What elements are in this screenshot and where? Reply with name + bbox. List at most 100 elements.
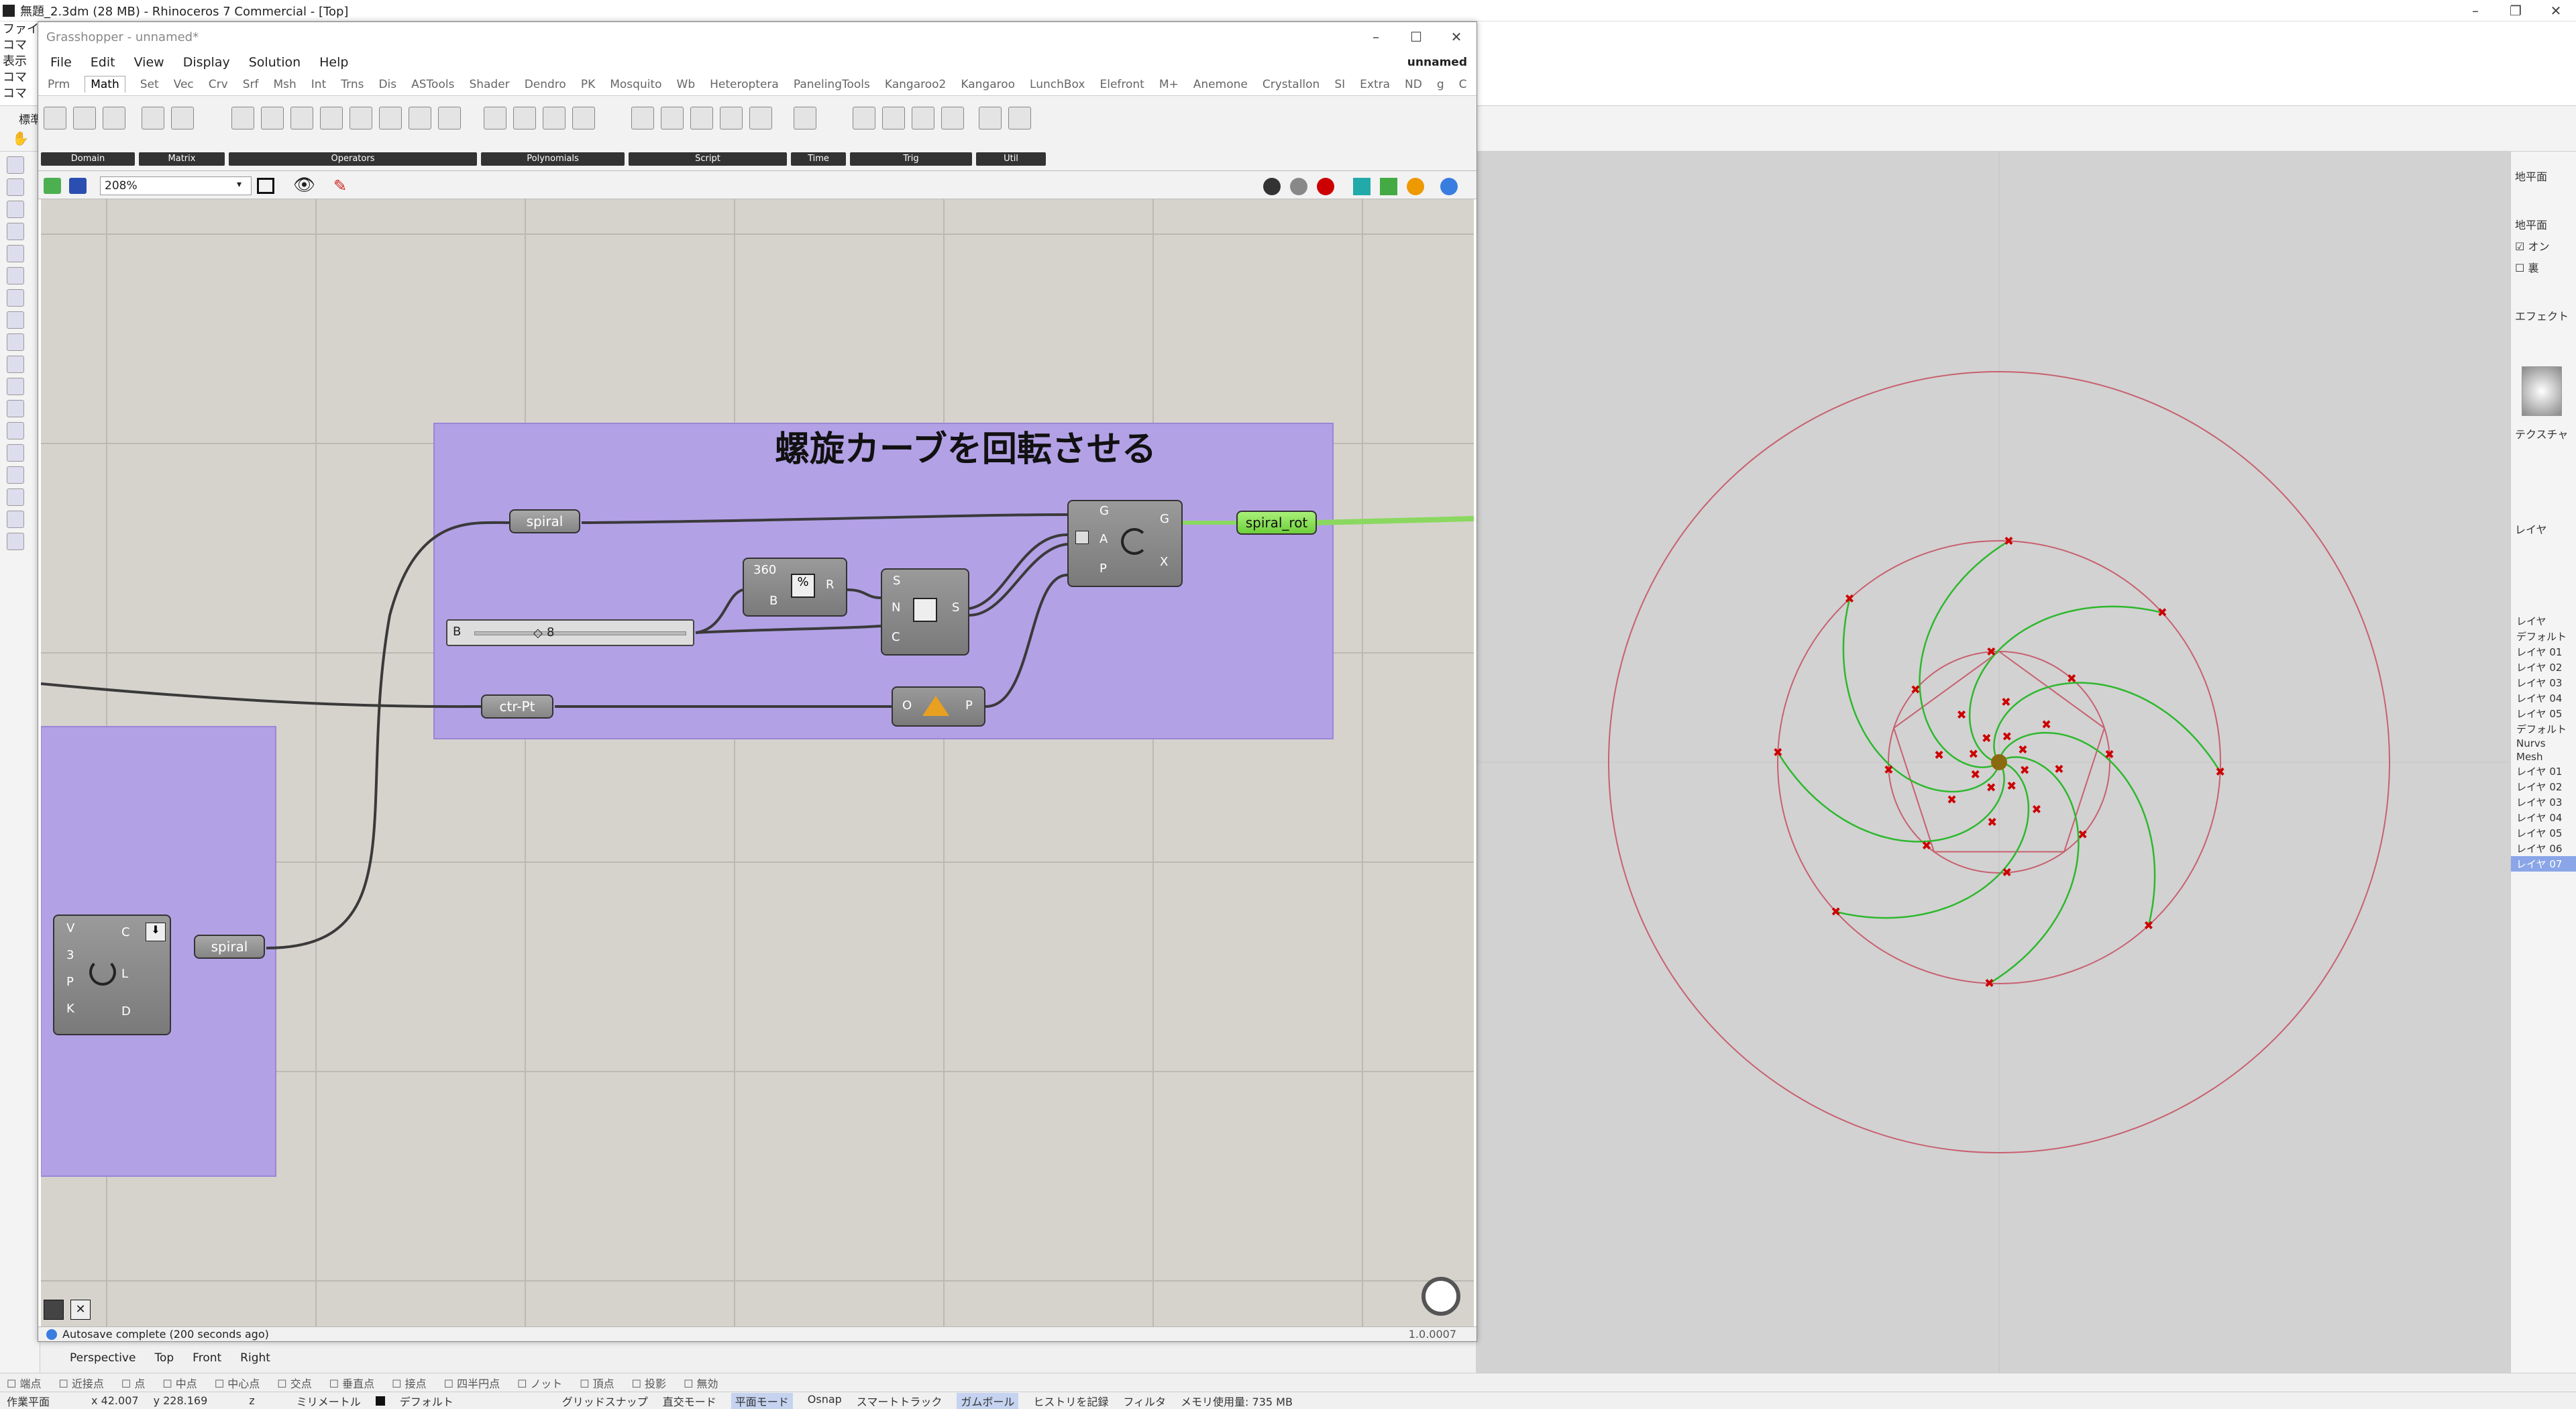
layer-row[interactable]: レイヤ 03 xyxy=(2511,794,2576,810)
layer-row[interactable]: デフォルト xyxy=(2511,629,2576,644)
division-input-b[interactable]: B xyxy=(769,594,777,608)
ribbon-operators-tool-icon[interactable] xyxy=(438,107,461,129)
gear-icon[interactable] xyxy=(7,533,24,550)
spiral-input-p[interactable]: P xyxy=(66,975,74,989)
gh-tab-shader[interactable]: Shader xyxy=(469,78,509,91)
open-file-icon[interactable] xyxy=(44,178,61,194)
slider-grip[interactable]: ◇ xyxy=(533,626,543,640)
ribbon-operators-tool-icon[interactable] xyxy=(350,107,372,129)
analyze-tool-icon[interactable] xyxy=(7,400,24,417)
preview-off-icon[interactable] xyxy=(1263,178,1281,195)
status-toggle[interactable]: グリッドスナップ xyxy=(562,1393,648,1409)
status-layer[interactable]: デフォルト xyxy=(400,1393,453,1409)
ribbon-matrix-tool-icon[interactable] xyxy=(171,107,194,129)
ribbon-matrix-tool-icon[interactable] xyxy=(142,107,164,129)
hand-icon[interactable]: ✋ xyxy=(12,130,29,146)
wireframe-preview-icon[interactable] xyxy=(1290,178,1307,195)
spiral-output-d[interactable]: D xyxy=(121,1004,131,1019)
layer-row[interactable]: Mesh xyxy=(2511,750,2576,764)
ribbon-operators-tool-icon[interactable] xyxy=(231,107,254,129)
spiral-param-bottom[interactable]: spiral xyxy=(194,935,265,959)
menu-edit[interactable]: Edit xyxy=(91,55,115,70)
layer-row[interactable]: レイヤ xyxy=(2511,613,2576,629)
gh-canvas[interactable]: 螺旋カーブを回転させる spiral ctr-Pt spiral_rot spi… xyxy=(41,199,1474,1326)
gh-tab-pk[interactable]: PK xyxy=(581,78,595,91)
minimize-icon[interactable]: – xyxy=(2455,3,2496,19)
layer-row[interactable]: デフォルト xyxy=(2511,721,2576,737)
gh-tab-set[interactable]: Set xyxy=(140,78,159,91)
dimension-tool-icon[interactable] xyxy=(7,444,24,462)
spiral-param-top[interactable]: spiral xyxy=(509,509,580,533)
gh-tab-math[interactable]: Math xyxy=(85,76,125,93)
viewport-tab-front[interactable]: Front xyxy=(190,1351,224,1365)
layer-row[interactable]: Nurvs xyxy=(2511,737,2576,750)
division-output-r[interactable]: R xyxy=(826,578,835,592)
layer-row[interactable]: レイヤ 02 xyxy=(2511,660,2576,675)
gh-tab-g[interactable]: g xyxy=(1437,78,1444,91)
curve-tool-icon[interactable] xyxy=(7,223,24,240)
gh-tab-heteroptera[interactable]: Heteroptera xyxy=(710,78,779,91)
arc-tool-icon[interactable] xyxy=(7,245,24,262)
gh-tab-c[interactable]: C xyxy=(1459,78,1467,91)
surface-tool-icon[interactable] xyxy=(7,267,24,284)
gh-tab-crv[interactable]: Crv xyxy=(209,78,228,91)
spiral-output-c[interactable]: C xyxy=(121,925,130,939)
osnap-checkbox[interactable]: ☐ 四半円点 xyxy=(444,1375,500,1391)
ribbon-util-tool-icon[interactable] xyxy=(1008,107,1031,129)
sketch-pen-icon[interactable]: ✎ xyxy=(333,176,347,195)
series-input-c[interactable]: C xyxy=(892,630,900,644)
zoom-dropdown[interactable]: 208% xyxy=(100,176,252,195)
gh-tab-msh[interactable]: Msh xyxy=(273,78,296,91)
ribbon-script-tool-icon[interactable] xyxy=(749,107,772,129)
zoom-extents-icon[interactable] xyxy=(257,178,274,194)
gh-tab-extra[interactable]: Extra xyxy=(1360,78,1390,91)
mesh-tool-icon[interactable] xyxy=(7,333,24,351)
series-output-s[interactable]: S xyxy=(952,601,959,615)
gh-tab-prm[interactable]: Prm xyxy=(48,78,70,91)
ribbon-domain-tool-icon[interactable] xyxy=(44,107,66,129)
gh-tab-m+[interactable]: M+ xyxy=(1159,78,1179,91)
status-toggle[interactable]: フィルタ xyxy=(1123,1393,1166,1409)
ribbon-polynomials-tool-icon[interactable] xyxy=(484,107,506,129)
ribbon-operators-tool-icon[interactable] xyxy=(379,107,402,129)
osnap-checkbox[interactable]: ☐ 端点 xyxy=(7,1375,41,1391)
ribbon-script-tool-icon[interactable] xyxy=(631,107,654,129)
layer-row[interactable]: レイヤ 04 xyxy=(2511,690,2576,706)
menu-help[interactable]: Help xyxy=(319,55,348,70)
ribbon-operators-tool-icon[interactable] xyxy=(261,107,284,129)
gh-tab-crystallon[interactable]: Crystallon xyxy=(1263,78,1320,91)
layer-row[interactable]: レイヤ 05 xyxy=(2511,825,2576,841)
layer-row[interactable]: レイヤ 01 xyxy=(2511,644,2576,660)
text-tool-icon[interactable] xyxy=(7,422,24,439)
rotate-output-g[interactable]: G xyxy=(1160,512,1169,526)
gh-tab-si[interactable]: SI xyxy=(1334,78,1345,91)
ribbon-script-tool-icon[interactable] xyxy=(661,107,684,129)
status-toggle[interactable]: 直交モード xyxy=(663,1393,716,1409)
gh-tab-kangaroo2[interactable]: Kangaroo2 xyxy=(885,78,946,91)
osnap-checkbox[interactable]: ☐ 接点 xyxy=(392,1375,426,1391)
osnap-checkbox[interactable]: ☐ 頂点 xyxy=(580,1375,614,1391)
ribbon-polynomials-tool-icon[interactable] xyxy=(543,107,566,129)
gh-minimize-icon[interactable]: – xyxy=(1356,29,1396,45)
ribbon-domain-tool-icon[interactable] xyxy=(73,107,96,129)
series-input-n[interactable]: N xyxy=(892,601,900,615)
layer-row[interactable]: レイヤ 02 xyxy=(2511,779,2576,794)
globe-icon[interactable] xyxy=(1440,178,1458,195)
osnap-checkbox[interactable]: ☐ 点 xyxy=(121,1375,145,1391)
ground-on-checkbox[interactable]: ☑ オン xyxy=(2511,235,2576,256)
transform-tool-icon[interactable] xyxy=(7,356,24,373)
gh-maximize-icon[interactable]: ☐ xyxy=(1396,29,1436,45)
render-tool-icon[interactable] xyxy=(7,466,24,484)
viewport-tab-perspective[interactable]: Perspective xyxy=(67,1351,138,1365)
osnap-checkbox[interactable]: ☐ 投影 xyxy=(632,1375,666,1391)
edit-tool-icon[interactable] xyxy=(7,378,24,395)
ribbon-time-tool-icon[interactable] xyxy=(794,107,816,129)
gh-tab-trns[interactable]: Trns xyxy=(341,78,364,91)
layer-row[interactable]: レイヤ 07 xyxy=(2511,856,2576,872)
division-component[interactable]: 360 B % R xyxy=(743,558,847,617)
ribbon-script-tool-icon[interactable] xyxy=(690,107,713,129)
spiral-input-v[interactable]: V xyxy=(66,921,74,935)
spiral-input-k[interactable]: K xyxy=(66,1002,74,1016)
layer-row[interactable]: レイヤ 01 xyxy=(2511,764,2576,779)
layer-row[interactable]: レイヤ 05 xyxy=(2511,706,2576,721)
